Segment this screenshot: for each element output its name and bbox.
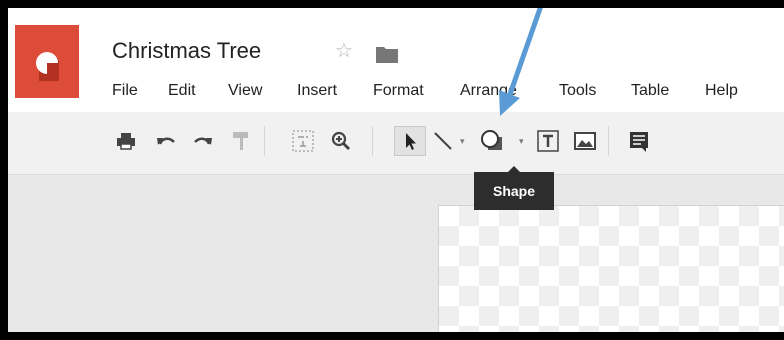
zoom-fit-icon[interactable] [290,128,316,154]
shape-icon[interactable] [478,128,510,154]
menu-format[interactable]: Format [373,82,424,100]
menu-view[interactable]: View [228,82,262,100]
select-cursor-icon[interactable] [397,128,423,154]
print-icon[interactable] [113,128,139,154]
paint-format-icon[interactable] [228,128,254,154]
drawings-logo[interactable] [15,25,79,98]
folder-icon[interactable] [376,45,398,68]
text-box-icon[interactable] [535,128,561,154]
toolbar-divider [608,126,609,156]
app-window: Christmas Tree ☆ File Edit View Insert F… [8,8,784,332]
shape-dropdown-icon[interactable]: ▾ [519,136,524,147]
star-icon[interactable]: ☆ [335,38,353,63]
toolbar-divider [372,126,373,156]
line-icon[interactable] [430,128,456,154]
drawing-canvas[interactable] [438,205,784,332]
redo-icon[interactable] [190,128,216,154]
zoom-in-icon[interactable] [328,128,354,154]
comment-icon[interactable] [626,128,652,154]
menu-table[interactable]: Table [631,82,669,100]
toolbar-divider [264,126,265,156]
shape-tooltip: Shape [474,172,554,210]
document-title[interactable]: Christmas Tree [112,38,261,64]
menu-edit[interactable]: Edit [168,82,196,100]
line-dropdown-icon[interactable]: ▾ [460,136,465,147]
menu-tools[interactable]: Tools [559,82,596,100]
toolbar: ▾ ▾ [8,112,784,175]
menu-arrange[interactable]: Arrange [460,82,517,100]
image-icon[interactable] [572,128,598,154]
header: Christmas Tree ☆ File Edit View Insert F… [8,8,784,112]
undo-icon[interactable] [153,128,179,154]
menu-insert[interactable]: Insert [297,82,337,100]
menu-file[interactable]: File [112,82,138,100]
drawing-workspace [8,175,784,332]
menu-help[interactable]: Help [705,82,738,100]
